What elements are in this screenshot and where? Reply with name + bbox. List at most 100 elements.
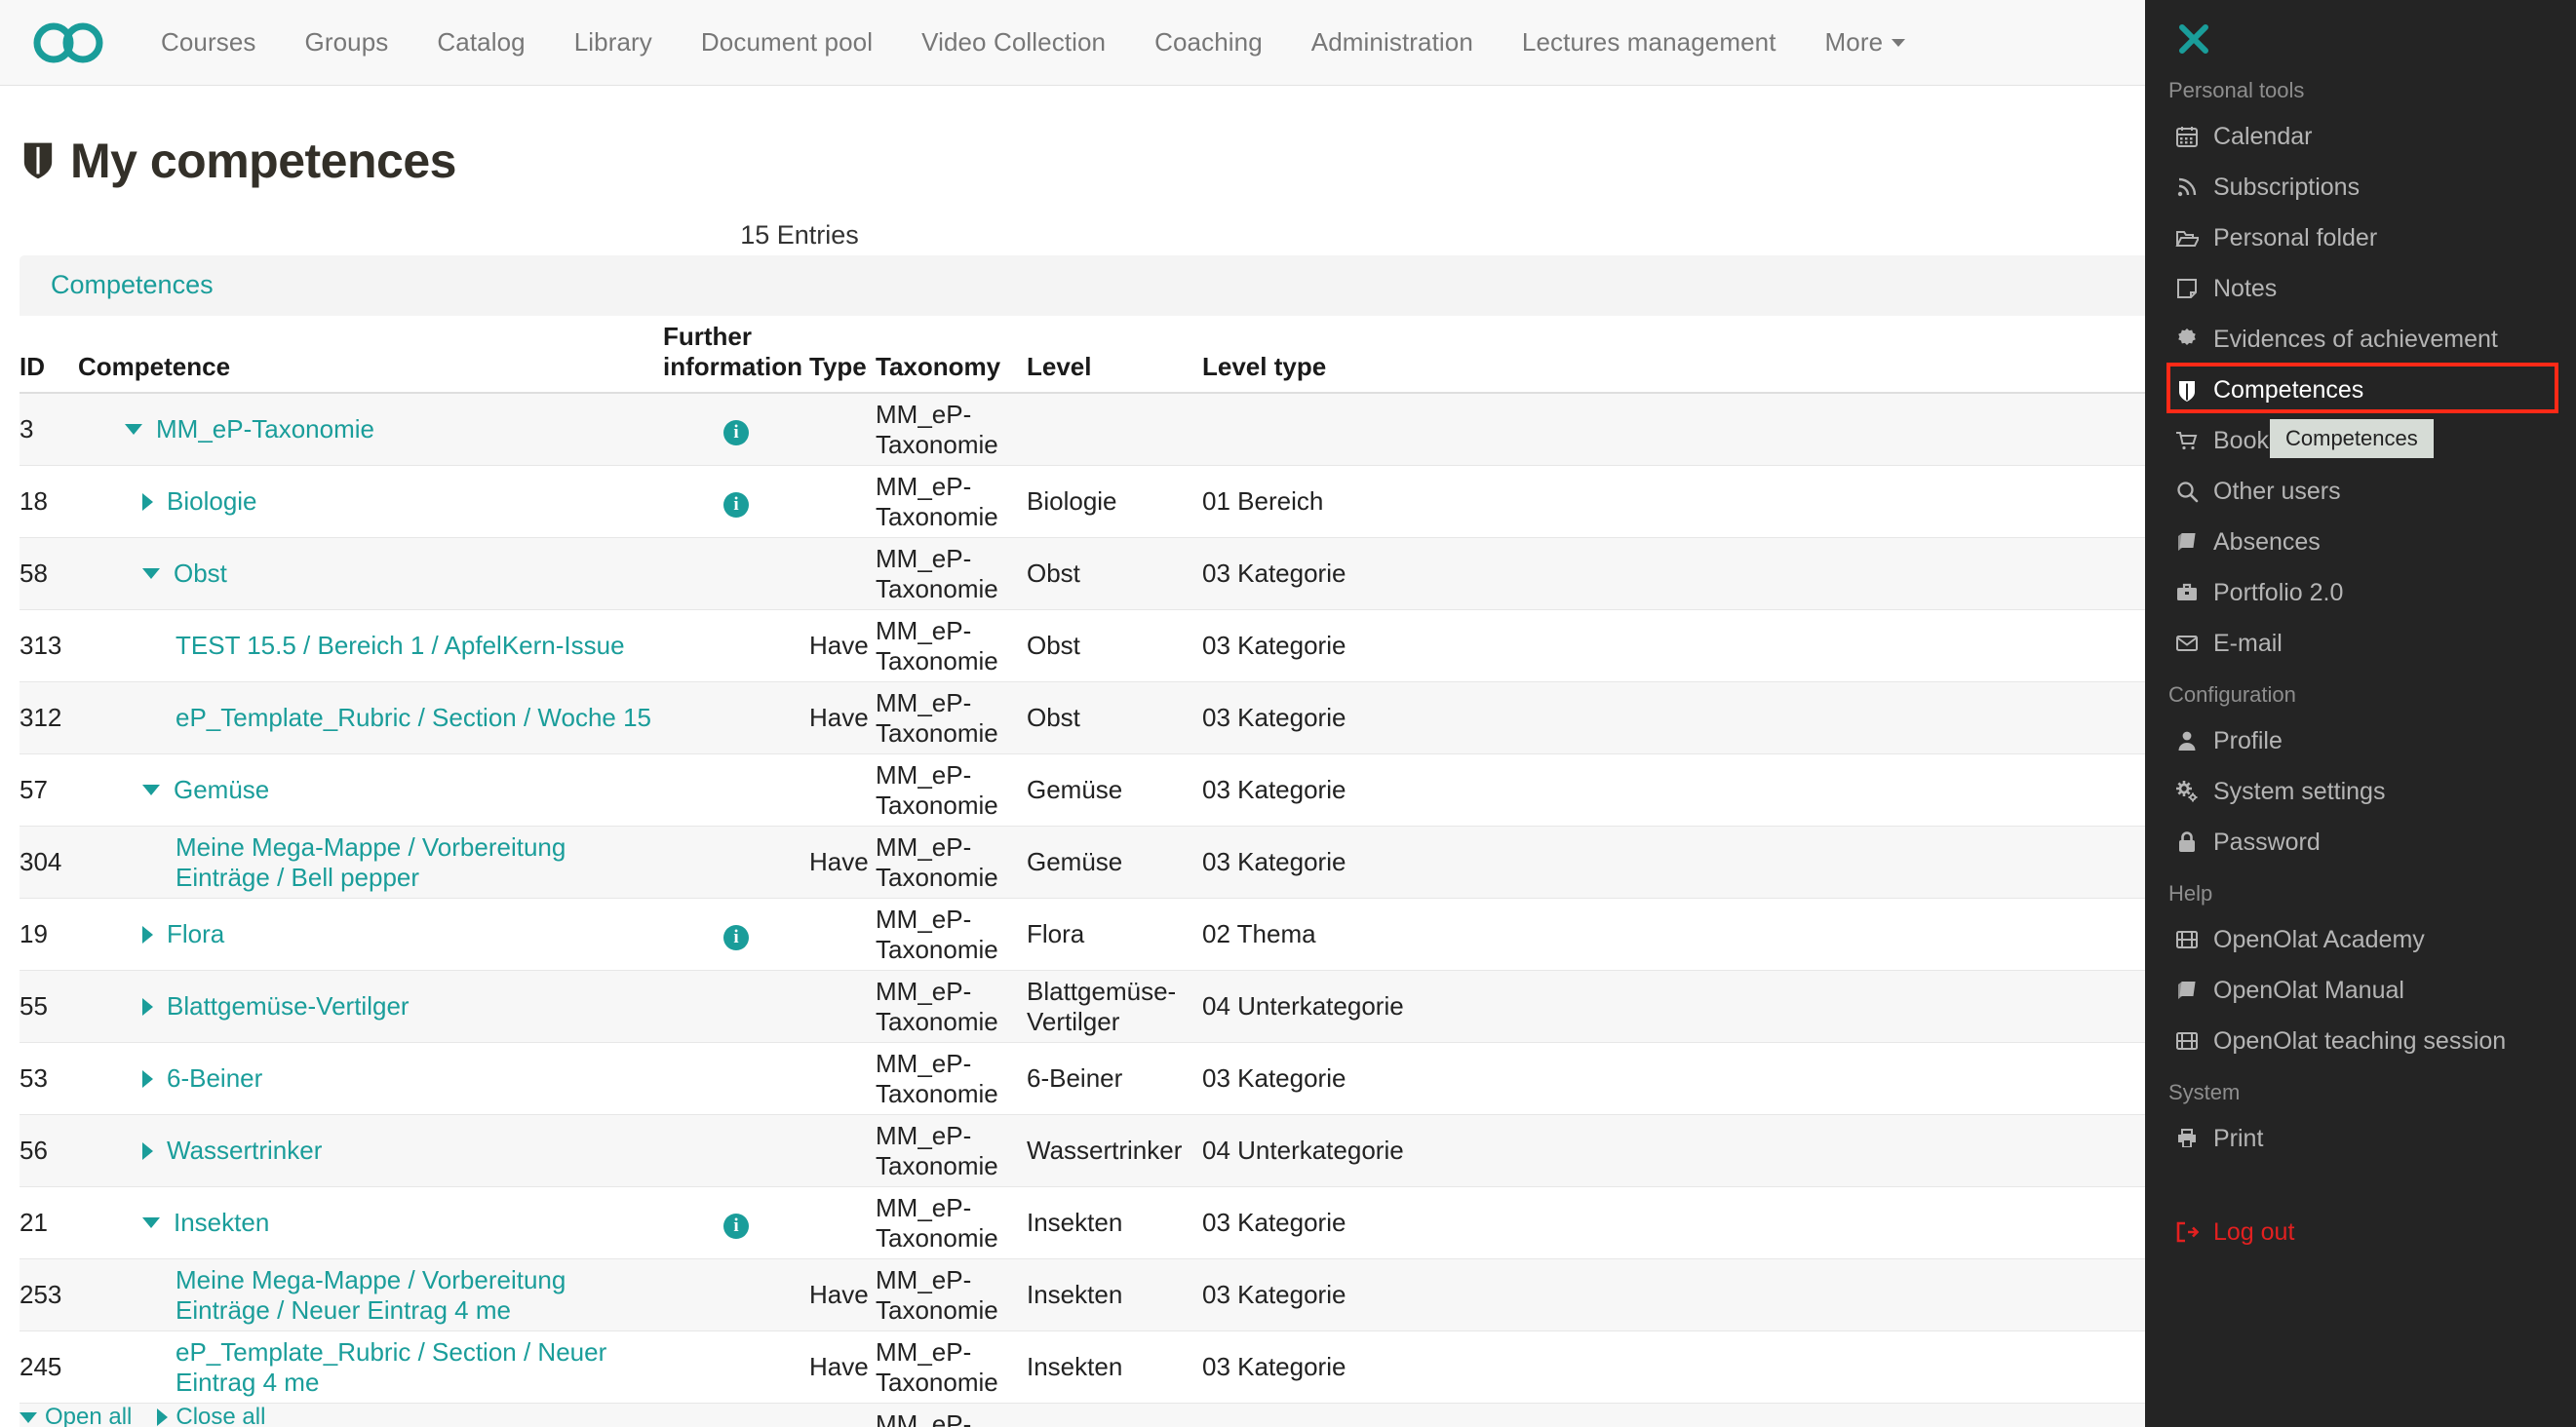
table-row[interactable]: 56WassertrinkerMM_eP-TaxonomieWassertrin… (20, 1115, 2194, 1187)
info-icon[interactable]: i (723, 420, 749, 445)
cell-level-type: 04 Unterkategorie (1202, 991, 1456, 1022)
sidebar-item-other-users[interactable]: Other users (2145, 466, 2576, 517)
table-body: 3MM_eP-TaxonomieiMM_eP-Taxonomie18Biolog… (20, 394, 2194, 1427)
info-icon[interactable]: i (723, 1214, 749, 1239)
competence-link[interactable]: TEST 15.5 / Bereich 1 / ApfelKern-Issue (176, 631, 625, 661)
cell-competence: Meine Mega-Mappe / Vorbereitung Einträge… (78, 832, 663, 893)
caret-right-icon[interactable] (142, 493, 153, 511)
competence-link[interactable]: Obst (174, 559, 227, 589)
competence-link[interactable]: Meine Mega-Mappe / Vorbereitung Einträge… (176, 1265, 663, 1326)
competence-link[interactable]: Gemüse (174, 775, 269, 805)
caret-down-icon[interactable] (142, 1217, 160, 1228)
gears-icon (2174, 779, 2200, 804)
competence-link[interactable]: eP_Template_Rubric / Section / Woche 15 (176, 703, 651, 733)
sidebar-item-password[interactable]: Password (2145, 817, 2576, 868)
personal-tools-side-panel: Personal toolsCalendarSubscriptionsPerso… (2145, 0, 2576, 1427)
table-footer: Open all Close all (20, 1404, 265, 1427)
sidebar-item-e-mail[interactable]: E-mail (2145, 618, 2576, 669)
competence-link[interactable]: Meine Mega-Mappe / Vorbereitung Einträge… (176, 832, 663, 893)
col-header-level[interactable]: Level (1027, 352, 1202, 382)
cell-id: 21 (20, 1208, 78, 1238)
table-row[interactable]: 55Blattgemüse-VertilgerMM_eP-TaxonomieBl… (20, 971, 2194, 1043)
nav-item-lectures-management[interactable]: Lectures management (1498, 27, 1801, 58)
table-row[interactable]: 245eP_Template_Rubric / Section / Neuer … (20, 1331, 2194, 1404)
tab-strip: Competences (20, 255, 2165, 316)
table-row[interactable]: 3MM_eP-TaxonomieiMM_eP-Taxonomie (20, 394, 2194, 466)
caret-right-icon[interactable] (142, 1142, 153, 1160)
competence-link[interactable]: Wassertrinker (167, 1136, 322, 1166)
sidebar-item-openolat-manual[interactable]: OpenOlat Manual (2145, 965, 2576, 1016)
cell-level-type: 04 Unterkategorie (1202, 1136, 1456, 1166)
caret-right-icon[interactable] (142, 998, 153, 1016)
table-row[interactable]: 58ObstMM_eP-TaxonomieObst03 Kategorie (20, 538, 2194, 610)
nav-item-administration[interactable]: Administration (1287, 27, 1498, 58)
competence-link[interactable]: Flora (167, 919, 224, 949)
nav-item-courses[interactable]: Courses (137, 27, 281, 58)
sidebar-item-subscriptions[interactable]: Subscriptions (2145, 162, 2576, 212)
cell-type: Have (809, 847, 876, 877)
sidebar-item-portfolio-2-0[interactable]: Portfolio 2.0 (2145, 567, 2576, 618)
close-all-button[interactable]: Close all (157, 1404, 265, 1427)
sidebar-item-profile[interactable]: Profile (2145, 715, 2576, 766)
col-header-competence[interactable]: Competence (78, 352, 663, 382)
close-x-icon[interactable] (2176, 21, 2211, 57)
nav-item-document-pool[interactable]: Document pool (677, 27, 897, 58)
cell-level-type: 01 Bereich (1202, 486, 1456, 517)
cell-competence: eP_Template_Rubric / Section / Neuer Ein… (78, 1337, 663, 1398)
sidebar-item-notes[interactable]: Notes (2145, 263, 2576, 314)
sidebar-item-personal-folder[interactable]: Personal folder (2145, 212, 2576, 263)
info-icon[interactable]: i (723, 925, 749, 950)
competence-link[interactable]: Blattgemüse-Vertilger (167, 991, 410, 1022)
sidebar-item-log-out[interactable]: Log out (2145, 1207, 2576, 1257)
table-row[interactable]: 313TEST 15.5 / Bereich 1 / ApfelKern-Iss… (20, 610, 2194, 682)
table-row[interactable]: 18BiologieiMM_eP-TaxonomieBiologie01 Ber… (20, 466, 2194, 538)
sidebar-item-openolat-teaching-session[interactable]: OpenOlat teaching session (2145, 1016, 2576, 1066)
caret-right-icon[interactable] (142, 1070, 153, 1088)
competence-link[interactable]: 6-Beiner (167, 1063, 262, 1094)
badge-icon (2174, 327, 2200, 352)
competence-link[interactable]: eP_Template_Rubric / Section / Neuer Ein… (176, 1337, 663, 1398)
caret-down-icon[interactable] (142, 568, 160, 579)
nav-item-groups[interactable]: Groups (281, 27, 413, 58)
sidebar-item-openolat-academy[interactable]: OpenOlat Academy (2145, 914, 2576, 965)
nav-item-coaching[interactable]: Coaching (1130, 27, 1287, 58)
col-header-id[interactable]: ID (20, 352, 78, 382)
table-row[interactable]: 57GemüseMM_eP-TaxonomieGemüse03 Kategori… (20, 754, 2194, 827)
table-row[interactable]: 19FloraiMM_eP-TaxonomieFlora02 Thema (20, 899, 2194, 971)
side-panel-item-list: OpenOlat Academy OpenOlat ManualOpenOlat … (2145, 914, 2576, 1066)
info-icon[interactable]: i (723, 492, 749, 518)
table-row[interactable]: 21InsekteniMM_eP-TaxonomieInsekten03 Kat… (20, 1187, 2194, 1259)
sidebar-item-competences[interactable]: Competences (2145, 365, 2576, 415)
cell-id: 55 (20, 991, 78, 1022)
sidebar-item-calendar[interactable]: Calendar (2145, 111, 2576, 162)
table-row[interactable]: 304Meine Mega-Mappe / Vorbereitung Eintr… (20, 827, 2194, 899)
col-header-level-type[interactable]: Level type (1202, 352, 1456, 382)
open-all-button[interactable]: Open all (20, 1404, 132, 1427)
nav-item-library[interactable]: Library (550, 27, 677, 58)
competence-link[interactable]: Insekten (174, 1208, 269, 1238)
caret-down-icon[interactable] (125, 424, 142, 435)
sidebar-item-evidences-of-achievement[interactable]: Evidences of achievement (2145, 314, 2576, 365)
sidebar-item-print[interactable]: Print (2145, 1113, 2576, 1164)
sidebar-item-absences[interactable]: Absences (2145, 517, 2576, 567)
sidebar-item-system-settings[interactable]: System settings (2145, 766, 2576, 817)
table-row[interactable]: 253Meine Mega-Mappe / Vorbereitung Eintr… (20, 1259, 2194, 1331)
sidebar-item-label: OpenOlat Academy (2213, 926, 2425, 954)
logout-icon (2174, 1219, 2200, 1245)
col-header-type[interactable]: Type (809, 352, 876, 382)
caret-right-icon[interactable] (142, 926, 153, 944)
side-panel-section-label: Configuration (2145, 682, 2576, 715)
openolat-infinity-logo[interactable] (0, 21, 137, 64)
col-header-further-information[interactable]: Further information (663, 322, 809, 382)
col-header-taxonomy[interactable]: Taxonomy (876, 352, 1027, 382)
caret-down-icon[interactable] (142, 785, 160, 795)
table-row[interactable]: 22SonstigesiMM_eP-TaxonomieSonstigesOhne… (20, 1404, 2194, 1427)
tab-competences[interactable]: Competences (51, 270, 214, 300)
nav-item-catalog[interactable]: Catalog (412, 27, 549, 58)
competence-link[interactable]: MM_eP-Taxonomie (156, 414, 374, 444)
table-row[interactable]: 312eP_Template_Rubric / Section / Woche … (20, 682, 2194, 754)
nav-item-video-collection[interactable]: Video Collection (897, 27, 1130, 58)
table-row[interactable]: 536-BeinerMM_eP-Taxonomie6-Beiner03 Kate… (20, 1043, 2194, 1115)
nav-item-more[interactable]: More (1801, 27, 1931, 58)
competence-link[interactable]: Biologie (167, 486, 257, 517)
